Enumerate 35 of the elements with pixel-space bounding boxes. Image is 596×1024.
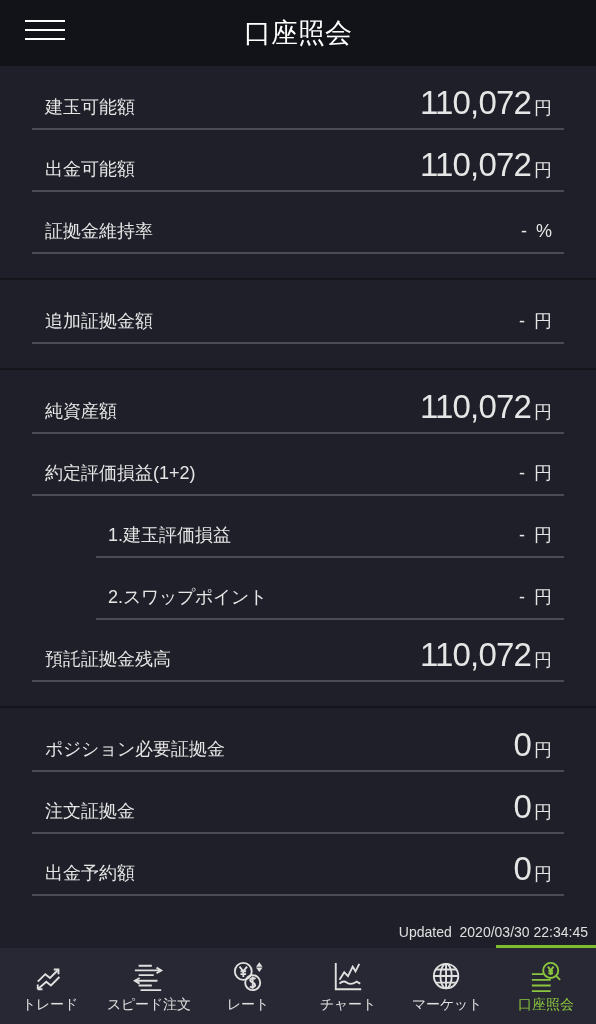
field-value: - 円	[519, 586, 552, 609]
field-value: 110,072 円	[419, 390, 552, 426]
field-value: 0 円	[513, 852, 552, 888]
field-value: - 円	[519, 462, 552, 485]
update-timestamp: Updated 2020/03/30 22:34:45	[398, 923, 588, 942]
field-value: 0 円	[513, 790, 552, 826]
field-label: 注文証拠金	[45, 800, 135, 823]
field-label: 追加証拠金額	[45, 310, 153, 333]
field-value: 110,072 円	[419, 86, 552, 122]
field-label: 建玉可能額	[45, 96, 135, 119]
field-value: 0 円	[513, 728, 552, 764]
screen-title: 口座照会	[244, 16, 352, 50]
nav-tab[interactable]: レート	[198, 948, 298, 1024]
field-label: ポジション必要証拠金	[45, 738, 225, 761]
field-value: 110,072 円	[419, 148, 552, 184]
field-label: 2.スワップポイント	[108, 586, 267, 609]
nav-tab[interactable]: マーケット	[397, 948, 497, 1024]
field-value: - 円	[519, 310, 552, 333]
nav-tab[interactable]: 口座照会	[496, 948, 596, 1024]
currency-coins-icon	[232, 960, 265, 993]
nav-tab[interactable]: チャート	[298, 948, 398, 1024]
field-label: 出金可能額	[45, 158, 135, 181]
field-label: 預託証拠金残高	[45, 648, 171, 671]
field-label: 1.建玉評価損益	[108, 524, 231, 547]
field-value: - 円	[519, 524, 552, 547]
menu-icon[interactable]	[25, 20, 65, 40]
field-label: 証拠金維持率	[45, 220, 153, 243]
nav-tab[interactable]: トレード	[0, 948, 100, 1024]
field-label: 純資産額	[45, 400, 117, 423]
field-value: 110,072 円	[419, 638, 552, 674]
field-label: 出金予約額	[45, 862, 135, 885]
list-magnifier-icon	[530, 960, 563, 993]
field-label: 約定評価損益(1+2)	[45, 462, 196, 485]
field-value: - %	[521, 220, 552, 243]
nav-tab[interactable]: スピード注文	[99, 948, 199, 1024]
